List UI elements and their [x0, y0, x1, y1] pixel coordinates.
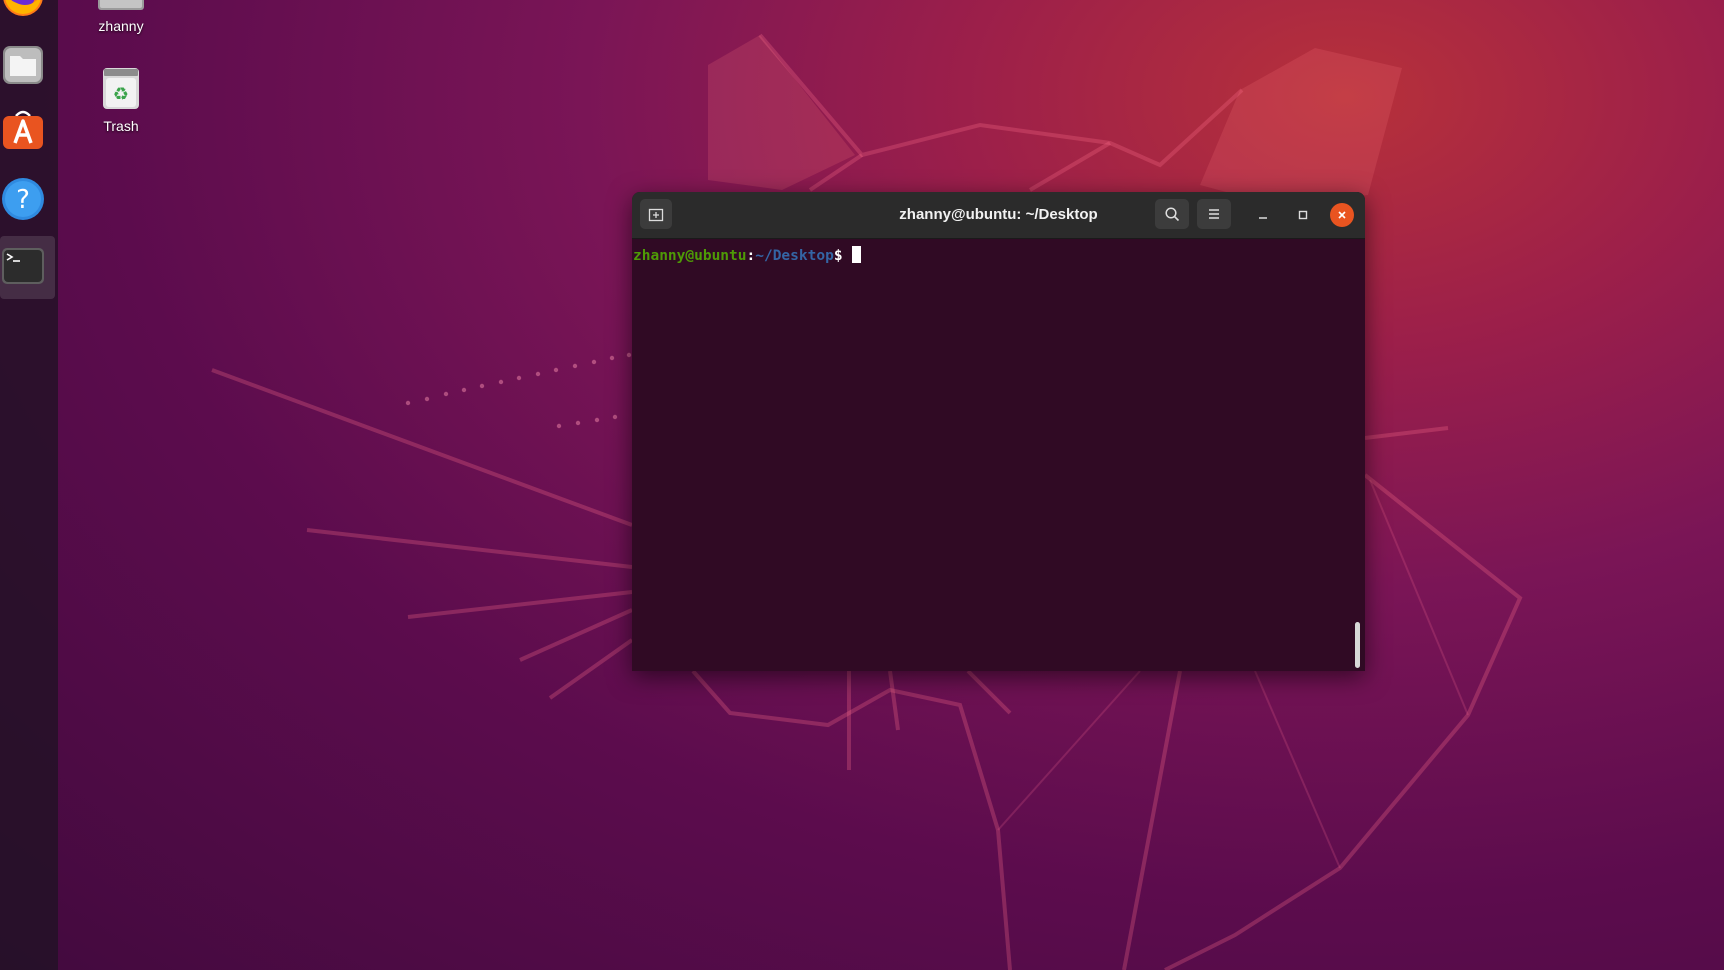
terminal-output[interactable]: zhanny@ubuntu:~/Desktop$	[632, 239, 1365, 671]
maximize-button[interactable]	[1291, 203, 1315, 227]
desktop-icon-label: Trash	[103, 118, 139, 134]
desktop: ? zhanny ♻ Trash zhanny@ubuntu: ~/Deskto…	[0, 0, 1724, 970]
menu-button[interactable]	[1197, 199, 1231, 229]
text-cursor	[851, 246, 861, 263]
dock: ?	[0, 0, 58, 970]
dock-item-files[interactable]	[1, 42, 45, 86]
hamburger-menu-icon	[1209, 209, 1219, 219]
close-icon	[1338, 211, 1346, 219]
prompt-path: ~/Desktop	[755, 248, 834, 264]
prompt-separator: :	[746, 248, 756, 264]
help-icon: ?	[2, 178, 44, 220]
minimize-icon	[1259, 217, 1267, 219]
prompt-user-host: zhanny@ubuntu	[633, 248, 747, 264]
dock-item-software[interactable]	[1, 107, 45, 151]
dock-item-terminal[interactable]	[1, 244, 45, 288]
desktop-icon-home[interactable]: zhanny	[76, 0, 166, 34]
terminal-icon	[2, 248, 44, 284]
scrollbar-thumb[interactable]	[1355, 622, 1360, 668]
dock-item-help[interactable]: ?	[1, 177, 45, 221]
software-icon	[3, 110, 43, 149]
prompt-line: zhanny@ubuntu:~/Desktop$	[633, 246, 861, 264]
desktop-icon-label: zhanny	[98, 18, 144, 34]
minimize-button[interactable]	[1251, 203, 1275, 227]
terminal-window: zhanny@ubuntu: ~/Desktop zhanny@ubuntu:~…	[632, 192, 1365, 671]
maximize-icon	[1298, 210, 1308, 220]
search-icon	[1165, 207, 1180, 222]
new-tab-icon	[648, 208, 664, 222]
dock-item-firefox[interactable]	[1, 0, 45, 18]
close-button[interactable]	[1330, 203, 1354, 227]
trash-icon: ♻	[103, 68, 139, 109]
svg-text:♻: ♻	[113, 84, 129, 105]
search-button[interactable]	[1155, 199, 1189, 229]
prompt-symbol: $	[833, 248, 843, 264]
desktop-icon-trash[interactable]: ♻ Trash	[76, 64, 166, 134]
title-bar[interactable]: zhanny@ubuntu: ~/Desktop	[632, 192, 1365, 239]
firefox-icon	[3, 0, 43, 16]
new-tab-button[interactable]	[640, 199, 672, 229]
files-icon	[3, 46, 43, 84]
svg-text:?: ?	[16, 185, 30, 215]
home-folder-icon	[98, 0, 144, 10]
